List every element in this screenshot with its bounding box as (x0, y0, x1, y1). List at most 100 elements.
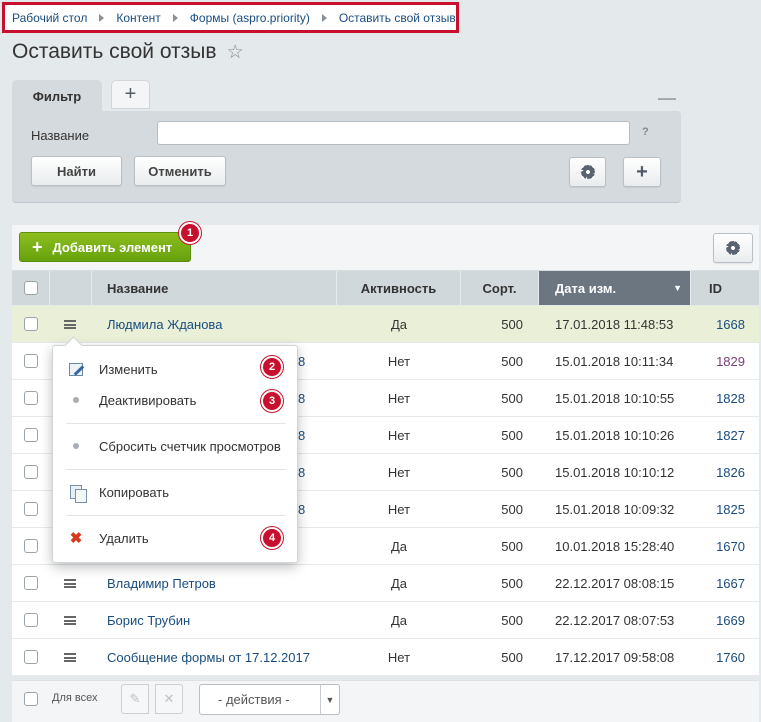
menu-item-reset-views[interactable]: Сбросить счетчик просмотров (53, 432, 299, 460)
table-header: Название Активность Сорт. Дата изм. ▼ ID (12, 271, 759, 305)
menu-divider (66, 469, 286, 470)
gear-icon (726, 241, 740, 255)
actions-select[interactable]: - действия - ▼ (199, 684, 340, 715)
row-active: Нет (387, 501, 411, 517)
add-element-button[interactable]: + Добавить элемент (19, 232, 191, 262)
row-date: 15.01.2018 10:10:26 (555, 427, 675, 443)
breadcrumb-link-content[interactable]: Контент (116, 11, 160, 25)
row-sort: 500 (501, 464, 523, 480)
row-date: 15.01.2018 10:09:32 (555, 501, 675, 517)
row-name-link[interactable]: Людмила Жданова (107, 306, 222, 342)
row-date: 10.01.2018 15:28:40 (555, 538, 675, 554)
cancel-button[interactable]: Отменить (134, 156, 226, 186)
row-id-link[interactable]: 1667 (691, 565, 745, 601)
delete-selected-button[interactable]: ✕ (155, 684, 183, 714)
row-checkbox[interactable] (24, 639, 38, 675)
add-element-label: Добавить элемент (52, 239, 173, 255)
step-badge-4: 4 (261, 527, 283, 549)
row-id-link[interactable]: 1826 (691, 454, 745, 490)
delete-icon: ✖ (69, 530, 83, 547)
breadcrumb-link-forms[interactable]: Формы (aspro.priority) (190, 11, 310, 25)
help-icon[interactable]: ? (642, 126, 649, 138)
row-checkbox[interactable] (24, 565, 38, 601)
row-name-link[interactable]: 8 (298, 454, 305, 490)
column-sort[interactable]: Сорт. (461, 271, 539, 305)
row-id-link[interactable]: 1760 (691, 639, 745, 675)
row-id-link[interactable]: 1827 (691, 417, 745, 453)
row-active: Нет (387, 427, 411, 443)
column-active[interactable]: Активность (337, 271, 461, 305)
breadcrumb-link-desktop[interactable]: Рабочий стол (12, 11, 87, 25)
menu-divider (66, 423, 286, 424)
filter-add-field-button[interactable]: + (623, 157, 661, 187)
burger-icon[interactable] (64, 602, 76, 638)
row-name-link[interactable]: 8 (298, 491, 305, 527)
tab-filter[interactable]: Фильтр (12, 80, 102, 112)
row-id-link[interactable]: 1828 (691, 380, 745, 416)
row-active: Нет (387, 464, 411, 480)
step-badge-2: 2 (261, 356, 283, 378)
column-name[interactable]: Название (92, 271, 337, 305)
burger-icon[interactable] (64, 639, 76, 675)
filter-name-label: Название (31, 128, 90, 143)
row-name-link[interactable]: Сообщение формы от 17.12.2017 (107, 639, 310, 675)
row-checkbox[interactable] (24, 417, 38, 453)
row-id-link[interactable]: 1670 (691, 528, 745, 564)
burger-icon[interactable] (64, 565, 76, 601)
page-title-wrap: Оставить свой отзыв ☆ (12, 40, 244, 64)
row-checkbox[interactable] (24, 491, 38, 527)
breadcrumb: Рабочий стол Контент Формы (aspro.priori… (2, 2, 459, 33)
row-name-link[interactable]: 8 (298, 343, 305, 379)
list-settings-button[interactable] (713, 233, 753, 263)
menu-item-deactivate-label: Деактивировать (99, 392, 197, 408)
column-id[interactable]: ID (691, 271, 759, 305)
filter-settings-button[interactable] (569, 157, 606, 187)
dot-icon (73, 443, 79, 449)
row-sort: 500 (501, 612, 523, 628)
pencil-icon: ✎ (129, 691, 141, 706)
star-icon[interactable]: ☆ (227, 41, 244, 64)
row-checkbox[interactable] (24, 528, 38, 564)
row-active: Да (390, 575, 408, 591)
copy-icon (70, 485, 87, 503)
row-name-link[interactable]: Борис Трубин (107, 602, 190, 638)
table-row[interactable]: Людмила Жданова Да 500 17.01.2018 11:48:… (12, 306, 759, 343)
plus-icon: + (636, 160, 648, 183)
row-sort: 500 (501, 316, 523, 332)
filter-name-input[interactable] (157, 121, 630, 145)
breadcrumb-link-current[interactable]: Оставить свой отзыв (339, 11, 456, 25)
chevron-right-icon (172, 13, 178, 22)
row-name-link[interactable]: 8 (298, 380, 305, 416)
edit-icon (69, 362, 83, 376)
row-sort: 500 (501, 575, 523, 591)
plus-icon: + (32, 236, 43, 257)
row-checkbox[interactable] (24, 380, 38, 416)
row-date: 17.12.2017 09:58:08 (555, 649, 675, 665)
select-all-cell (12, 271, 50, 305)
edit-selected-button[interactable]: ✎ (121, 684, 149, 714)
row-id-link[interactable]: 1829 (691, 343, 745, 379)
find-button[interactable]: Найти (31, 156, 122, 186)
actions-header (50, 271, 92, 305)
row-name-link[interactable]: Владимир Петров (107, 565, 216, 601)
select-all-checkbox[interactable] (23, 281, 38, 295)
table-row[interactable]: Владимир Петров Да 500 22.12.2017 08:08:… (12, 565, 759, 602)
row-checkbox[interactable] (24, 306, 38, 342)
dot-icon (73, 397, 79, 403)
sort-desc-icon: ▼ (673, 283, 682, 293)
row-id-link[interactable]: 1825 (691, 491, 745, 527)
row-checkbox[interactable] (24, 602, 38, 638)
for-all-checkbox[interactable] (24, 692, 38, 706)
menu-item-reset-views-label: Сбросить счетчик просмотров (99, 438, 281, 454)
add-filter-tab-button[interactable]: + (111, 80, 150, 109)
row-id-link[interactable]: 1669 (691, 602, 745, 638)
row-id-link[interactable]: 1668 (691, 306, 745, 342)
row-checkbox[interactable] (24, 454, 38, 490)
minus-icon[interactable]: — (658, 88, 676, 109)
column-date[interactable]: Дата изм. ▼ (539, 271, 691, 305)
row-name-link[interactable]: 8 (298, 417, 305, 453)
table-row[interactable]: Сообщение формы от 17.12.2017 Нет 500 17… (12, 639, 759, 676)
menu-item-copy[interactable]: Копировать (53, 478, 299, 506)
row-checkbox[interactable] (24, 343, 38, 379)
table-row[interactable]: Борис Трубин Да 500 22.12.2017 08:07:53 … (12, 602, 759, 639)
